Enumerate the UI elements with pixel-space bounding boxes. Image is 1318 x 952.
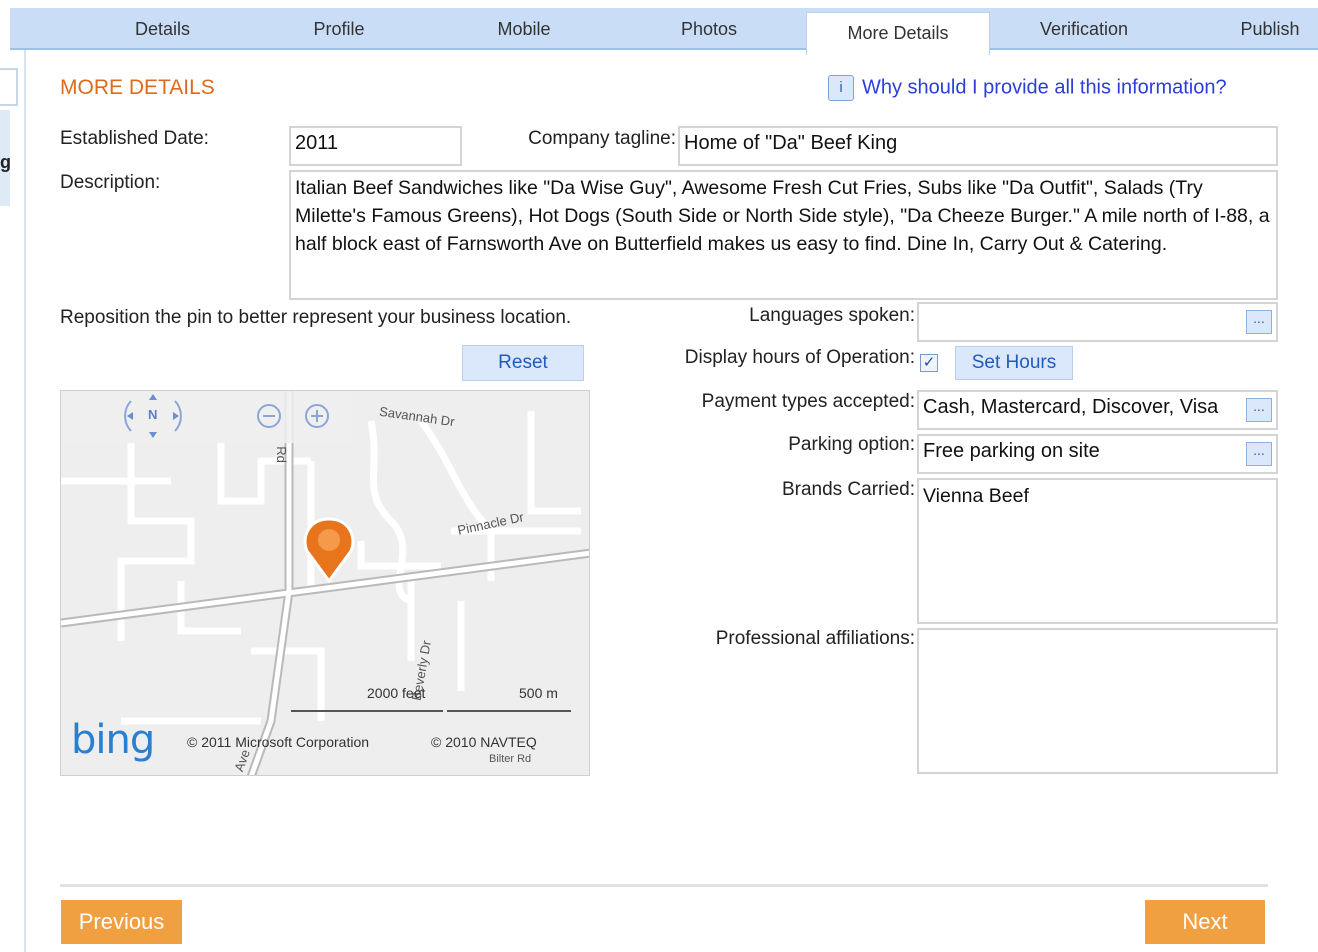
company-tagline-label: Company tagline: bbox=[528, 128, 676, 149]
payment-label: Payment types accepted: bbox=[701, 391, 915, 412]
bing-logo: bing bbox=[71, 717, 155, 763]
tab-photos[interactable]: Photos bbox=[650, 8, 768, 48]
info-icon: i bbox=[828, 75, 854, 101]
set-hours-button[interactable]: Set Hours bbox=[955, 346, 1073, 380]
languages-picker-button[interactable]: ... bbox=[1246, 310, 1272, 334]
hours-label: Display hours of Operation: bbox=[684, 347, 915, 368]
help-link[interactable]: i Why should I provide all this informati… bbox=[828, 75, 1227, 101]
street-label-bilter: Bilter Rd bbox=[489, 753, 532, 765]
tab-publish[interactable]: Publish bbox=[1222, 8, 1318, 48]
established-date-field[interactable]: 2011 bbox=[289, 126, 462, 166]
established-date-label: Established Date: bbox=[60, 128, 209, 149]
parking-label: Parking option: bbox=[788, 434, 915, 455]
side-panel-border bbox=[24, 48, 26, 952]
tab-verification[interactable]: Verification bbox=[1010, 8, 1158, 48]
payment-picker-button[interactable]: ... bbox=[1246, 398, 1272, 422]
affiliations-label: Professional affiliations: bbox=[715, 628, 915, 649]
footer-divider bbox=[60, 884, 1268, 887]
languages-label: Languages spoken: bbox=[749, 305, 915, 326]
parking-field[interactable]: Free parking on site ... bbox=[917, 434, 1278, 474]
payment-field[interactable]: Cash, Mastercard, Discover, Visa ... bbox=[917, 390, 1278, 430]
tab-profile[interactable]: Profile bbox=[280, 8, 398, 48]
side-panel-fragment bbox=[0, 68, 18, 106]
side-panel-glyph: g bbox=[0, 152, 11, 172]
scale-feet: 2000 feet bbox=[367, 685, 426, 701]
wizard-tab-bar: Details Profile Mobile Photos More Detai… bbox=[10, 8, 1318, 55]
reset-pin-button[interactable]: Reset bbox=[462, 345, 584, 381]
map-copyright-navteq: © 2010 NAVTEQ bbox=[431, 734, 537, 750]
compass-n[interactable]: N bbox=[148, 407, 157, 422]
map-copyright: © 2011 Microsoft Corporation bbox=[187, 734, 370, 750]
help-link-text[interactable]: Why should I provide all this informatio… bbox=[862, 76, 1227, 98]
pin-instruction: Reposition the pin to better represent y… bbox=[60, 307, 572, 328]
location-map[interactable]: N Savannah Dr Pinnacle Dr Rd Beverly Dr … bbox=[60, 390, 590, 776]
description-textarea[interactable]: Italian Beef Sandwiches like "Da Wise Gu… bbox=[289, 170, 1278, 300]
tab-details[interactable]: Details bbox=[100, 8, 225, 48]
company-tagline-field[interactable]: Home of "Da" Beef King bbox=[678, 126, 1278, 166]
previous-button[interactable]: Previous bbox=[61, 900, 182, 944]
affiliations-textarea[interactable] bbox=[917, 628, 1278, 774]
brands-textarea[interactable]: Vienna Beef bbox=[917, 478, 1278, 624]
brands-label: Brands Carried: bbox=[781, 479, 915, 500]
description-label: Description: bbox=[60, 172, 161, 193]
street-label-rd: Rd bbox=[273, 446, 289, 463]
scale-meters: 500 m bbox=[519, 685, 558, 701]
parking-picker-button[interactable]: ... bbox=[1246, 442, 1272, 466]
languages-field[interactable]: ... bbox=[917, 302, 1278, 342]
section-title: MORE DETAILS bbox=[60, 76, 215, 99]
tab-more-details[interactable]: More Details bbox=[806, 12, 990, 55]
tab-mobile[interactable]: Mobile bbox=[465, 8, 583, 48]
next-button[interactable]: Next bbox=[1145, 900, 1265, 944]
hours-checkbox[interactable]: ✓ bbox=[920, 354, 938, 372]
